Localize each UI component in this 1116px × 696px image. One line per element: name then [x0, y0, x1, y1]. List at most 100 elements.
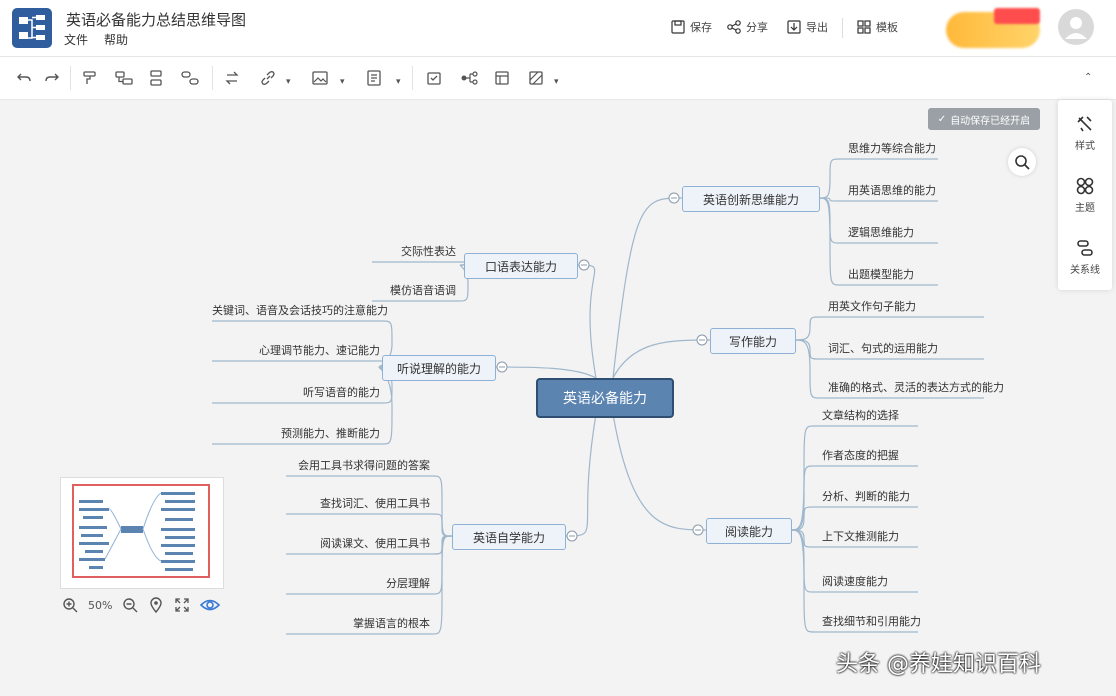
template-icon	[857, 20, 871, 34]
main-topic[interactable]: 阅读能力	[706, 518, 792, 544]
add-child-topic-button[interactable]	[114, 68, 134, 88]
sub-topic[interactable]: 心理调节能力、速记能力	[212, 343, 380, 359]
branch-connector	[575, 264, 597, 379]
sub-topic-connector	[212, 360, 393, 368]
main-topic[interactable]: 英语自学能力	[452, 524, 566, 550]
avatar[interactable]	[1058, 9, 1094, 45]
right-panel: 样式 主题 关系线	[1058, 100, 1112, 290]
sub-topic[interactable]: 阅读速度能力	[822, 574, 888, 590]
watermark: 头条 @养娃知识百科	[836, 652, 1041, 677]
template-label: 模板	[876, 21, 898, 34]
collapse-toolbar-icon[interactable]: ⌃	[1084, 72, 1092, 83]
panel-style-button[interactable]: 样式	[1058, 114, 1112, 152]
main-topic[interactable]: 口语表达能力	[464, 253, 578, 279]
template-button[interactable]: 模板	[856, 19, 898, 35]
sub-topic[interactable]: 作者态度的把握	[822, 448, 899, 464]
search-icon	[1015, 155, 1030, 170]
branch-connector	[493, 366, 597, 379]
minimap-viewport[interactable]	[72, 484, 210, 578]
fill-button[interactable]	[526, 68, 546, 88]
sub-topic[interactable]: 查找词汇、使用工具书	[286, 496, 430, 512]
main-topic[interactable]: 听说理解的能力	[382, 355, 496, 381]
sub-topic[interactable]: 出题模型能力	[848, 267, 914, 283]
add-sibling-topic-button[interactable]	[146, 68, 166, 88]
sub-topic[interactable]: 掌握语言的根本	[286, 616, 430, 632]
fill-dropdown-icon[interactable]: ▾	[554, 77, 559, 87]
undo-button[interactable]	[14, 68, 34, 88]
vip-tag	[994, 8, 1040, 24]
panel-relation-button[interactable]: 关系线	[1058, 238, 1112, 276]
sub-topic-connector	[372, 261, 469, 266]
central-topic[interactable]: 英语必备能力	[536, 378, 674, 418]
sub-topic[interactable]: 思维力等综合能力	[848, 141, 936, 157]
sub-topic[interactable]: 关键词、语音及会话技巧的注意能力	[212, 303, 388, 319]
sub-topic[interactable]: 分层理解	[286, 576, 430, 592]
autosave-label: 自动保存已经开启	[950, 115, 1031, 127]
redo-button[interactable]	[42, 68, 62, 88]
task-check-icon	[427, 72, 441, 85]
note-dropdown-icon[interactable]: ▾	[396, 77, 401, 87]
menu-help[interactable]: 帮助	[104, 31, 128, 48]
link-dropdown-icon[interactable]: ▾	[286, 77, 291, 87]
save-icon	[671, 20, 685, 34]
share-icon	[727, 20, 741, 34]
sub-topic[interactable]: 词汇、句式的运用能力	[828, 341, 938, 357]
sub-topic[interactable]: 逻辑思维能力	[848, 225, 914, 241]
panel-relation-label: 关系线	[1070, 265, 1100, 276]
main-topic[interactable]: 写作能力	[710, 328, 796, 354]
link-button[interactable]	[258, 68, 278, 88]
frame-button[interactable]	[492, 68, 512, 88]
sub-topic[interactable]: 上下文推测能力	[822, 529, 899, 545]
sub-topic[interactable]: 阅读课文、使用工具书	[286, 536, 430, 552]
image-button[interactable]	[310, 68, 330, 88]
summary-button[interactable]	[460, 68, 480, 88]
locate-icon[interactable]	[148, 597, 164, 613]
sub-topic[interactable]: 分析、判断的能力	[822, 489, 910, 505]
sub-topic[interactable]: 准确的格式、灵活的表达方式的能力	[828, 380, 1004, 396]
panel-style-label: 样式	[1075, 141, 1095, 152]
sub-topic-connector	[286, 513, 453, 537]
image-icon	[312, 71, 328, 85]
sub-topic[interactable]: 模仿语音语调	[372, 283, 456, 299]
child-topic-icon	[115, 71, 133, 85]
zoom-in-icon[interactable]	[62, 597, 78, 613]
image-dropdown-icon[interactable]: ▾	[340, 77, 345, 87]
eye-icon[interactable]	[200, 597, 221, 613]
branch-connector	[612, 197, 683, 379]
sub-topic[interactable]: 交际性表达	[372, 244, 456, 260]
document-title[interactable]: 英语必备能力总结思维导图	[66, 9, 246, 30]
autosave-status: ✓ 自动保存已经开启	[928, 108, 1040, 130]
sub-topic[interactable]: 预测能力、推断能力	[212, 426, 380, 442]
panel-theme-label: 主题	[1075, 203, 1095, 214]
sub-topic[interactable]: 听写语音的能力	[212, 385, 380, 401]
task-button[interactable]	[424, 68, 444, 88]
search-button[interactable]	[1008, 148, 1036, 176]
zoom-out-icon[interactable]	[122, 597, 138, 613]
share-button[interactable]: 分享	[726, 19, 768, 35]
share-label: 分享	[746, 21, 768, 34]
main-topic[interactable]: 英语创新思维能力	[682, 186, 820, 212]
sub-topic[interactable]: 文章结构的选择	[822, 408, 899, 424]
app-logo-icon[interactable]	[12, 8, 52, 48]
sub-topic[interactable]: 会用工具书求得问题的答案	[286, 458, 430, 474]
sub-topic-connector	[793, 316, 984, 341]
format-painter-button[interactable]	[80, 68, 100, 88]
menu-file[interactable]: 文件	[64, 31, 88, 48]
sibling-topic-icon	[150, 70, 162, 86]
note-button[interactable]	[364, 68, 384, 88]
sub-topic[interactable]: 查找细节和引用能力	[822, 614, 921, 630]
summary-icon	[461, 71, 478, 85]
sub-topic-connector	[789, 425, 918, 531]
connect-button[interactable]	[222, 68, 242, 88]
save-button[interactable]: 保存	[670, 19, 712, 35]
panel-theme-button[interactable]: 主题	[1058, 176, 1112, 214]
export-button[interactable]: 导出	[786, 19, 828, 35]
fit-screen-icon[interactable]	[174, 597, 190, 613]
sub-topic[interactable]: 用英语思维的能力	[848, 183, 936, 199]
relation-line-icon	[1077, 240, 1093, 256]
check-circle-icon: ✓	[937, 113, 947, 125]
toolbar-divider	[70, 66, 71, 90]
add-relation-button[interactable]	[180, 68, 200, 88]
link-icon	[261, 71, 275, 85]
sub-topic[interactable]: 用英文作句子能力	[828, 299, 916, 315]
